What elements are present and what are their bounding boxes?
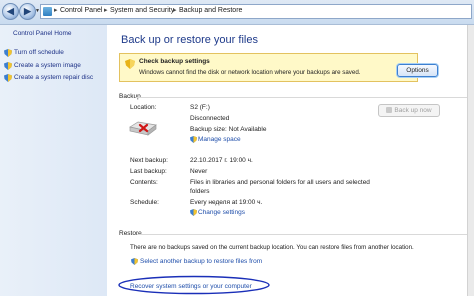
backup-size-value: Backup size: Not Available — [190, 126, 267, 133]
back-up-now-button: Back up now — [378, 104, 440, 117]
breadcrumb-arrow-icon[interactable]: ▸ — [104, 6, 108, 14]
back-button[interactable]: ◀ — [2, 3, 19, 20]
divider — [137, 234, 467, 235]
contents-value: Files in libraries and personal folders … — [190, 179, 370, 186]
warning-shield-icon — [125, 59, 135, 69]
page-title: Back up or restore your files — [121, 34, 258, 46]
change-settings-link[interactable]: Change settings — [198, 209, 245, 216]
left-pane: Control Panel Home Turn off schedule Cre… — [0, 25, 107, 296]
shield-icon — [4, 62, 12, 70]
breadcrumb-control-panel[interactable]: Control Panel — [60, 7, 102, 14]
manage-space-link[interactable]: Manage space — [198, 136, 241, 143]
breadcrumb-arrow-icon[interactable]: ▸ — [173, 6, 177, 14]
shield-icon — [190, 136, 197, 143]
shield-icon — [4, 49, 12, 57]
location-label: Location: — [130, 104, 157, 111]
status-value: Disconnected — [190, 115, 230, 122]
contents-value-cont: folders — [190, 188, 210, 195]
breadcrumb-system-security[interactable]: System and Security — [110, 7, 174, 14]
location-value: S2 (F:) — [190, 104, 210, 111]
divider — [136, 97, 467, 98]
last-backup-label: Last backup: — [130, 168, 167, 175]
create-repair-disc-link[interactable]: Create a system repair disc — [14, 74, 93, 81]
back-up-now-label: Back up now — [394, 107, 432, 114]
schedule-label: Schedule: — [130, 199, 159, 206]
shield-icon — [190, 209, 197, 216]
select-another-backup-link[interactable]: Select another backup to restore files f… — [140, 258, 262, 265]
next-backup-value: 22.10.2017 г. 19:00 ч. — [190, 157, 253, 164]
warning-heading: Check backup settings — [139, 58, 210, 65]
shield-icon — [131, 258, 138, 265]
options-button[interactable]: Options — [397, 64, 438, 77]
shield-icon — [4, 74, 12, 82]
breadcrumb-arrow-icon[interactable]: ▸ — [54, 6, 58, 14]
address-bar: ◀ ▶ ▼ ▸ Control Panel ▸ System and Secur… — [0, 0, 474, 25]
shield-icon — [386, 107, 393, 114]
restore-text: There are no backups saved on the curren… — [130, 244, 414, 251]
vertical-scrollbar[interactable] — [467, 25, 474, 296]
contents-label: Contents: — [130, 179, 158, 186]
warning-text: Windows cannot find the disk or network … — [139, 69, 361, 76]
next-backup-label: Next backup: — [130, 157, 168, 164]
disconnected-drive-icon — [129, 121, 157, 136]
forward-button[interactable]: ▶ — [19, 3, 36, 20]
address-box[interactable]: ▸ Control Panel ▸ System and Security ▸ … — [40, 4, 472, 19]
control-panel-icon — [43, 7, 52, 16]
create-system-image-link[interactable]: Create a system image — [14, 62, 81, 69]
schedule-value: Every неделя at 19:00 ч. — [190, 199, 263, 206]
highlight-ellipse — [118, 275, 270, 295]
breadcrumb-backup-restore[interactable]: Backup and Restore — [179, 7, 242, 14]
control-panel-home-link[interactable]: Control Panel Home — [13, 30, 72, 37]
turn-off-schedule-link[interactable]: Turn off schedule — [14, 49, 64, 56]
last-backup-value: Never — [190, 168, 208, 175]
warning-box: Check backup settings Windows cannot fin… — [119, 53, 438, 82]
